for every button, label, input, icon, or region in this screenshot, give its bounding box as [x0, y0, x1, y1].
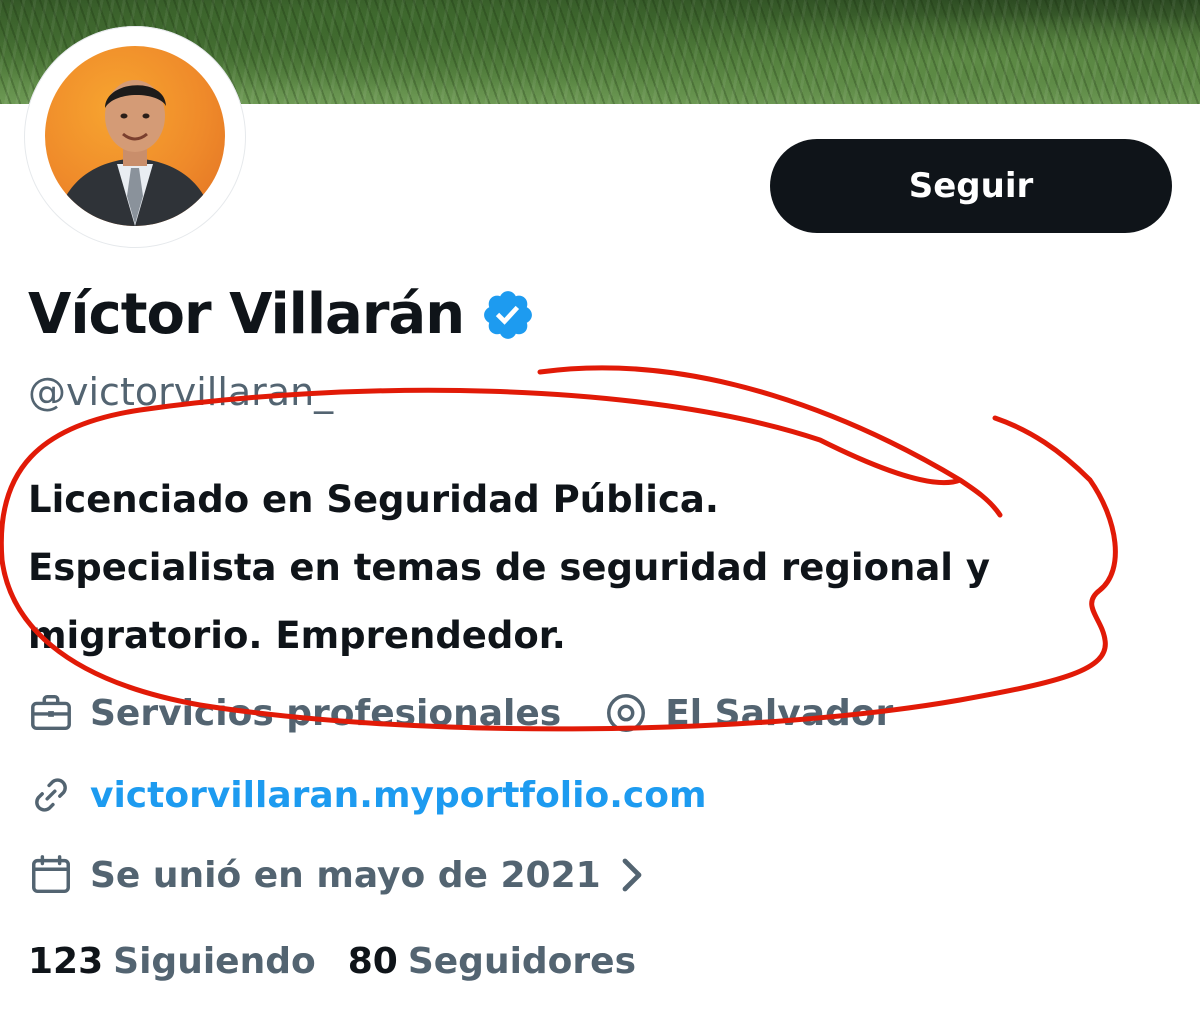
following-stat[interactable]: 123 Siguiendo — [28, 941, 316, 982]
avatar[interactable] — [45, 46, 225, 226]
verified-badge-icon[interactable] — [480, 287, 536, 343]
avatar-portrait — [55, 80, 215, 226]
calendar-icon — [32, 855, 70, 894]
following-label: Siguiendo — [113, 941, 316, 982]
profile-name-row: Víctor Villarán — [28, 282, 536, 347]
followers-stat[interactable]: 80 Seguidores — [348, 941, 636, 982]
bio-line: Licenciado en Seguridad Pública. — [28, 478, 719, 521]
profile-bio: Licenciado en Seguridad Pública. Especia… — [28, 466, 1168, 670]
website-link[interactable]: victorvillaran.myportfolio.com — [90, 775, 706, 816]
link-icon — [35, 778, 67, 812]
location-label: El Salvador — [665, 692, 894, 734]
location-item: El Salvador — [603, 690, 893, 736]
profile-website-row: victorvillaran.myportfolio.com — [28, 772, 706, 818]
category-label: Servicios profesionales — [90, 692, 562, 734]
following-count: 123 — [28, 941, 104, 982]
category-item: Servicios profesionales — [28, 690, 561, 736]
profile-stats: 123 Siguiendo 80 Seguidores — [28, 941, 636, 982]
profile-handle: @victorvillaran_ — [28, 370, 334, 414]
display-name: Víctor Villarán — [28, 282, 465, 347]
briefcase-icon — [31, 694, 71, 731]
bio-line: migratorio. Emprendedor. — [28, 614, 566, 657]
follow-button[interactable]: Seguir — [770, 139, 1172, 233]
location-pin-icon — [607, 694, 646, 732]
profile-meta-category-location: Servicios profesionales El Salvador — [28, 690, 893, 736]
followers-count: 80 — [347, 941, 398, 982]
profile-joined-row[interactable]: Se unió en mayo de 2021 — [28, 852, 645, 898]
chevron-right-icon[interactable] — [619, 857, 645, 893]
joined-label: Se unió en mayo de 2021 — [90, 854, 601, 896]
followers-label: Seguidores — [407, 941, 637, 982]
bio-line: Especialista en temas de seguridad regio… — [28, 546, 990, 589]
